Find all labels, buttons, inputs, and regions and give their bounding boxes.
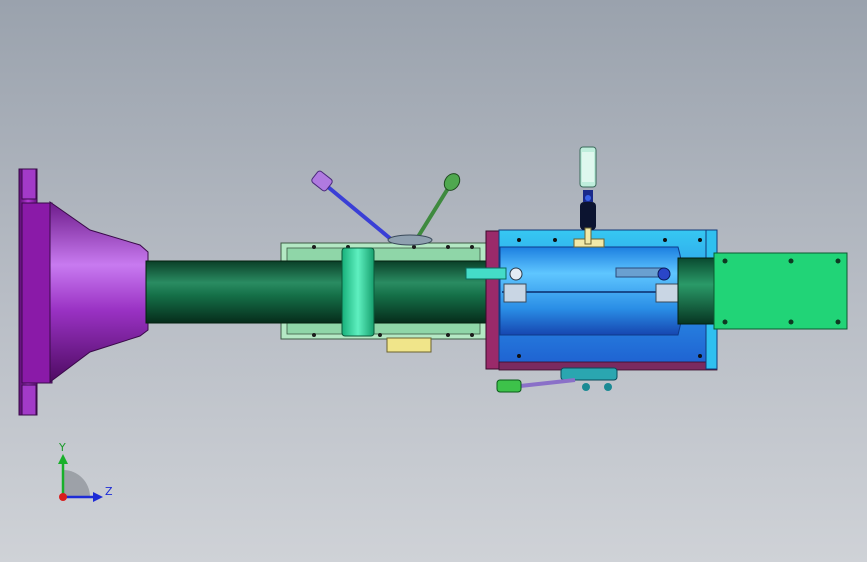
collar-ring-icon[interactable] bbox=[341, 247, 375, 337]
tailstock-cone-icon[interactable] bbox=[49, 201, 149, 383]
lever-handle-icon[interactable] bbox=[311, 170, 463, 246]
control-knob-icon[interactable] bbox=[579, 146, 597, 245]
motor-block-icon[interactable] bbox=[713, 252, 848, 330]
triad-y-label: Y bbox=[58, 441, 66, 454]
flange-icon[interactable] bbox=[18, 168, 53, 416]
lathe-assembly-model[interactable] bbox=[0, 0, 867, 562]
spindle-shaft-icon[interactable] bbox=[145, 260, 507, 324]
cad-viewport[interactable]: Y Z bbox=[0, 0, 867, 562]
foot-lever-icon[interactable] bbox=[496, 367, 618, 393]
orientation-triad: Y Z bbox=[58, 441, 113, 502]
gearbox-housing-icon[interactable] bbox=[465, 229, 719, 371]
triad-z-label: Z bbox=[105, 485, 113, 498]
